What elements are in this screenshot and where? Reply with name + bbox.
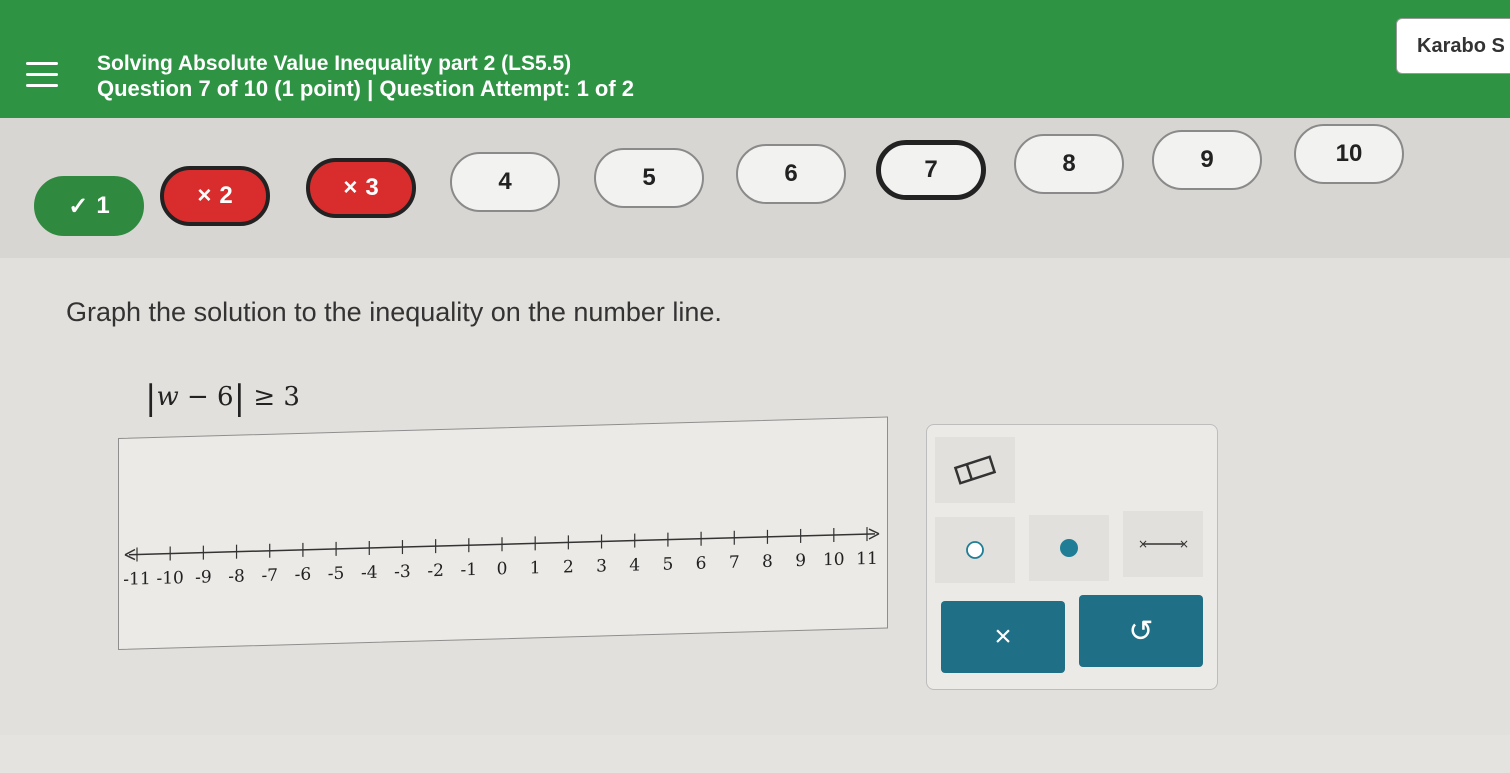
question-nav-label: 6 [784, 160, 798, 187]
number-line-tick-label: -5 [328, 564, 345, 584]
number-line-tick-label: -1 [461, 560, 478, 580]
question-nav-label: 9 [1200, 146, 1214, 173]
number-line-panel[interactable]: -11 -10 -9 -8 -7 -6 -5 -4 -3 -2 -1 0 1 2 3 4 5 6 7 8 9 10 11 [118, 416, 888, 650]
eraser-tool[interactable] [935, 437, 1015, 503]
menu-icon[interactable] [26, 62, 58, 92]
closed-circle-icon [1060, 539, 1078, 557]
question-nav-label: 1 [96, 192, 110, 219]
abs-bar-right: | [233, 378, 246, 418]
question-nav-item-10[interactable]: 10 [1294, 124, 1404, 184]
closed-point-tool[interactable] [1029, 515, 1109, 581]
svg-text:×: × [1138, 537, 1148, 551]
top-header: Solving Absolute Value Inequality part 2… [0, 0, 1510, 130]
graph-tools-panel: × × × ↺ [926, 424, 1218, 690]
number-line-tick-label: 11 [856, 549, 878, 570]
undo-button[interactable]: ↺ [1079, 595, 1203, 667]
number-line-tick-label: -10 [156, 568, 183, 589]
number-line-tick-label: 7 [729, 553, 740, 573]
number-line-tick-label: -11 [123, 569, 150, 590]
number-line-tick-label: 10 [823, 550, 845, 571]
number-line-tick-label: -3 [394, 562, 411, 582]
question-nav-item-6[interactable]: 6 [736, 144, 846, 204]
segment-tool[interactable]: × × [1123, 511, 1203, 577]
question-nav-label: 3 [365, 174, 379, 201]
svg-text:×: × [1179, 537, 1189, 551]
question-nav: ✓ 1 × 2 × 3 4 5 6 7 8 9 10 [0, 118, 1510, 258]
number-line-tick-label: -2 [427, 561, 444, 581]
course-title: Solving Absolute Value Inequality part 2… [97, 52, 572, 75]
question-nav-item-8[interactable]: 8 [1014, 134, 1124, 194]
question-info: Question 7 of 10 (1 point) | Question At… [97, 76, 635, 101]
question-nav-item-2[interactable]: × 2 [160, 166, 270, 226]
question-prompt: Graph the solution to the inequality on … [66, 297, 722, 327]
segment-icon: × × [1138, 537, 1189, 551]
number-line-tick-label: 4 [629, 555, 640, 575]
question-nav-item-9[interactable]: 9 [1152, 130, 1262, 190]
user-name[interactable]: Karabo S [1396, 18, 1510, 74]
number-line-tick-label: 5 [662, 554, 673, 574]
number-line-tick-label: 3 [596, 556, 607, 576]
clear-button[interactable]: × [941, 601, 1065, 673]
number-line-tick-label: 0 [497, 559, 508, 579]
question-nav-item-3[interactable]: × 3 [306, 158, 416, 218]
question-nav-label: 5 [642, 164, 656, 191]
abs-bar-left: | [145, 378, 157, 418]
number-line-tick-label: 2 [563, 557, 574, 577]
open-circle-icon [966, 541, 984, 559]
minus-term: − 6 [178, 382, 234, 412]
number-line-tick-label: -6 [295, 565, 312, 585]
question-nav-label: 10 [1335, 140, 1363, 167]
check-icon: ✓ [68, 192, 89, 220]
number-line[interactable]: -11 -10 -9 -8 -7 -6 -5 -4 -3 -2 -1 0 1 2 3 4 5 6 7 8 9 10 11 [119, 418, 887, 649]
question-nav-label: 7 [924, 156, 938, 183]
open-point-tool[interactable] [935, 517, 1015, 583]
number-line-tick-label: 6 [696, 554, 707, 574]
question-nav-item-4[interactable]: 4 [450, 152, 560, 212]
question-nav-item-7[interactable]: 7 [876, 140, 986, 200]
number-line-tick-label: 9 [795, 551, 806, 571]
number-line-tick-label: 1 [530, 558, 541, 578]
inequality-expression: |w − 6| ≥ 3 [145, 378, 300, 418]
cross-icon: × [197, 182, 212, 209]
number-line-tick-label: -7 [261, 566, 278, 586]
number-line-tick-label: -8 [228, 566, 245, 586]
number-line-tick-label: -4 [361, 563, 378, 583]
cross-icon: × [343, 174, 358, 201]
question-nav-item-5[interactable]: 5 [594, 148, 704, 208]
bottom-bar [0, 735, 1510, 773]
question-nav-label: 8 [1062, 150, 1076, 177]
question-nav-label: 2 [219, 182, 233, 209]
number-line-tick-label: 8 [762, 552, 773, 572]
variable: w [156, 382, 179, 412]
eraser-icon [953, 455, 997, 485]
question-nav-item-1[interactable]: ✓ 1 [34, 176, 144, 236]
question-nav-label: 4 [498, 168, 512, 195]
inequality-rhs: ≥ 3 [245, 382, 300, 412]
number-line-tick-label: -9 [195, 567, 212, 587]
